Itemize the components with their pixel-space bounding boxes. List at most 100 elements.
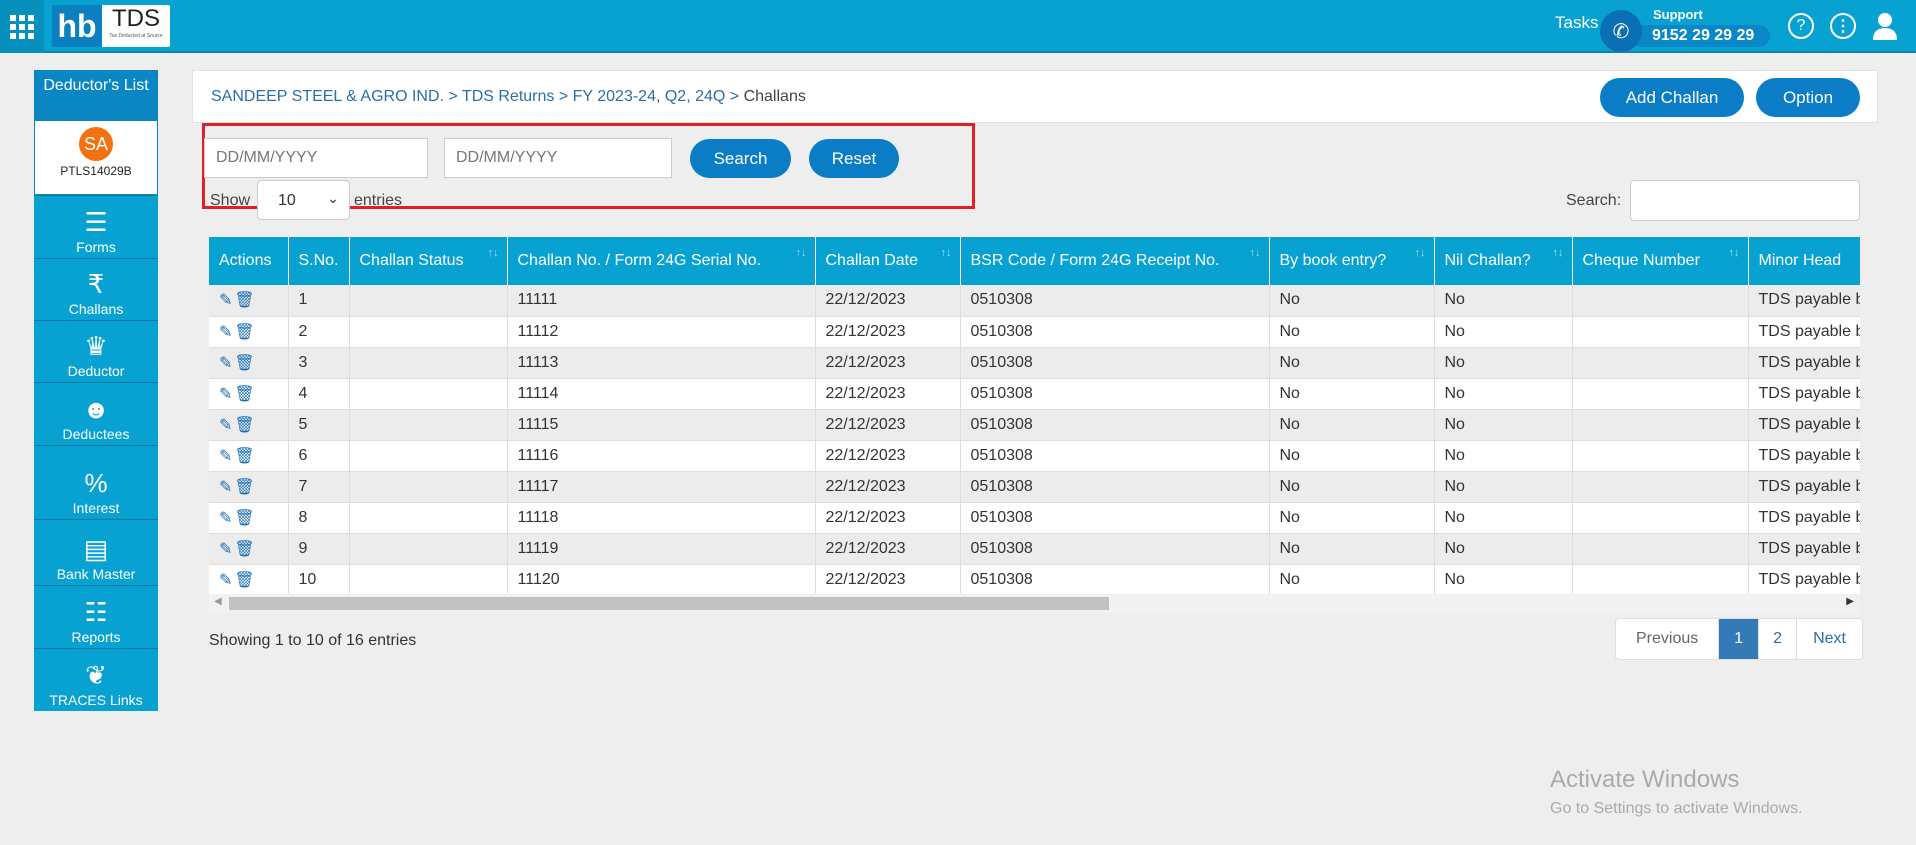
edit-icon[interactable]: ✎ (219, 479, 234, 496)
edit-icon[interactable]: ✎ (219, 292, 234, 309)
trash-icon[interactable]: 🗑 (234, 386, 256, 403)
edit-icon[interactable]: ✎ (219, 541, 234, 558)
trash-icon[interactable]: 🗑 (234, 355, 256, 372)
row-actions: ✎🗑 (209, 564, 289, 596)
column-header[interactable]: Nil Challan? ↑↓ (1434, 237, 1573, 285)
sort-icon[interactable]: ↑↓ (488, 247, 499, 259)
trash-icon[interactable]: 🗑 (234, 292, 256, 309)
edit-icon[interactable]: ✎ (219, 355, 234, 372)
table-cell: TDS payable by (1748, 502, 1860, 534)
deductors-list-link[interactable]: Deductor's List (34, 70, 158, 120)
sidebar-item-challans[interactable]: ₹ Challans (34, 258, 158, 320)
table-cell: TDS payable by (1748, 285, 1860, 317)
chevron-down-icon: ⌄ (327, 190, 339, 206)
sidebar-item-label: Deductees (62, 426, 130, 442)
table-cell: No (1434, 316, 1573, 348)
column-header[interactable]: BSR Code / Form 24G Receipt No. ↑↓ (960, 237, 1270, 285)
sidebar-item-deductees[interactable]: ☻ Deductees (34, 382, 158, 445)
breadcrumb-separator: > (558, 88, 569, 105)
column-header[interactable]: Minor Head (1748, 237, 1860, 285)
row-actions: ✎🗑 (209, 378, 289, 410)
sort-icon[interactable]: ↑↓ (1250, 247, 1261, 259)
breadcrumb-deductor[interactable]: SANDEEP STEEL & AGRO IND. (211, 88, 444, 105)
hbtds-logo[interactable]: hb TDS Tax Deducted at Source (52, 5, 170, 47)
apps-grid-icon[interactable] (0, 0, 44, 53)
scrollbar-thumb[interactable] (229, 597, 1109, 610)
column-header[interactable]: Cheque Number ↑↓ (1572, 237, 1749, 285)
to-date-input[interactable]: DD/MM/YYYY (444, 138, 672, 178)
scroll-left-icon[interactable]: ◀ (214, 596, 222, 607)
table-cell (349, 347, 508, 379)
help-icon[interactable]: ? (1788, 13, 1814, 39)
option-button[interactable]: Option (1756, 78, 1860, 117)
table-cell: 2 (288, 316, 350, 348)
row-actions: ✎🗑 (209, 285, 289, 317)
column-header[interactable]: Challan Date ↑↓ (815, 237, 961, 285)
scroll-right-icon[interactable]: ▶ (1846, 596, 1854, 607)
breadcrumb-tds-returns[interactable]: TDS Returns (462, 88, 554, 105)
table-search-input[interactable] (1630, 180, 1860, 221)
sort-icon[interactable]: ↑↓ (1415, 247, 1426, 259)
deductor-profile[interactable]: SA PTLS14029B (34, 120, 158, 195)
breadcrumb-return[interactable]: FY 2023-24, Q2, 24Q (573, 88, 726, 105)
edit-icon[interactable]: ✎ (219, 324, 234, 341)
edit-icon[interactable]: ✎ (219, 386, 234, 403)
more-vertical-icon[interactable]: ⋮ (1830, 13, 1856, 39)
table-row: ✎🗑 7 11117 22/12/2023 0510308 No No TDS payable… (209, 471, 1860, 503)
table-cell: 11114 (507, 378, 816, 410)
table-cell (349, 471, 508, 503)
table-row: ✎🗑 5 11115 22/12/2023 0510308 No No TDS payable… (209, 409, 1860, 441)
edit-icon[interactable]: ✎ (219, 572, 234, 589)
search-label: Search: (1566, 192, 1622, 209)
table-cell: 0510308 (960, 533, 1270, 565)
forms-icon: ☰ (84, 207, 108, 237)
trash-icon[interactable]: 🗑 (234, 417, 256, 434)
search-button[interactable]: Search (690, 139, 791, 178)
row-actions: ✎🗑 (209, 316, 289, 348)
page-2-button[interactable]: 2 (1759, 619, 1798, 659)
trash-icon[interactable]: 🗑 (234, 448, 256, 465)
sidebar-item-forms[interactable]: ☰ Forms (34, 195, 158, 258)
trash-icon[interactable]: 🗑 (234, 510, 256, 527)
column-header: S.No. (288, 237, 350, 285)
edit-icon[interactable]: ✎ (219, 510, 234, 527)
previous-page-button[interactable]: Previous (1616, 619, 1720, 659)
table-cell (1572, 564, 1749, 596)
sort-icon[interactable]: ↑↓ (796, 247, 807, 259)
table-cell (1572, 440, 1749, 472)
table-cell: No (1434, 440, 1573, 472)
sort-icon[interactable]: ↑↓ (1729, 247, 1740, 259)
table-cell: 22/12/2023 (815, 285, 961, 317)
tasks-link[interactable]: Tasks (1555, 13, 1598, 33)
sidebar-item-interest[interactable]: % Interest (34, 445, 158, 519)
sidebar-item-deductor[interactable]: ♛ Deductor (34, 320, 158, 382)
trash-icon[interactable]: 🗑 (234, 324, 256, 341)
next-page-button[interactable]: Next (1797, 619, 1862, 659)
table-cell: 11119 (507, 533, 816, 565)
sort-icon[interactable]: ↑↓ (1553, 247, 1564, 259)
column-header[interactable]: By book entry? ↑↓ (1269, 237, 1435, 285)
column-header[interactable]: Challan Status ↑↓ (349, 237, 508, 285)
page-1-button[interactable]: 1 (1719, 619, 1760, 659)
edit-icon[interactable]: ✎ (219, 448, 234, 465)
sidebar-item-traces-links[interactable]: ❦ TRACES Links (34, 648, 158, 711)
column-header[interactable]: Challan No. / Form 24G Serial No. ↑↓ (507, 237, 816, 285)
sidebar-item-bank-master[interactable]: ▤ Bank Master (34, 519, 158, 585)
sort-icon[interactable]: ↑↓ (941, 247, 952, 259)
table-cell: TDS payable by (1748, 316, 1860, 348)
edit-icon[interactable]: ✎ (219, 417, 234, 434)
horizontal-scrollbar[interactable]: ◀ ▶ (209, 594, 1860, 613)
from-date-input[interactable]: DD/MM/YYYY (204, 138, 428, 178)
trash-icon[interactable]: 🗑 (234, 479, 256, 496)
support-widget[interactable]: ✆ Support 9152 29 29 29 (1600, 5, 1770, 52)
table-cell: 1 (288, 285, 350, 317)
trash-icon[interactable]: 🗑 (234, 541, 256, 558)
reset-button[interactable]: Reset (809, 139, 899, 178)
entries-select[interactable]: 10 ⌄ (257, 180, 350, 220)
user-icon[interactable] (1872, 12, 1898, 40)
table-cell: 11111 (507, 285, 816, 317)
add-challan-button[interactable]: Add Challan (1600, 78, 1744, 117)
sidebar-item-reports[interactable]: ☷ Reports (34, 585, 158, 648)
trash-icon[interactable]: 🗑 (234, 572, 256, 589)
bank-document-icon: ▤ (83, 534, 109, 564)
